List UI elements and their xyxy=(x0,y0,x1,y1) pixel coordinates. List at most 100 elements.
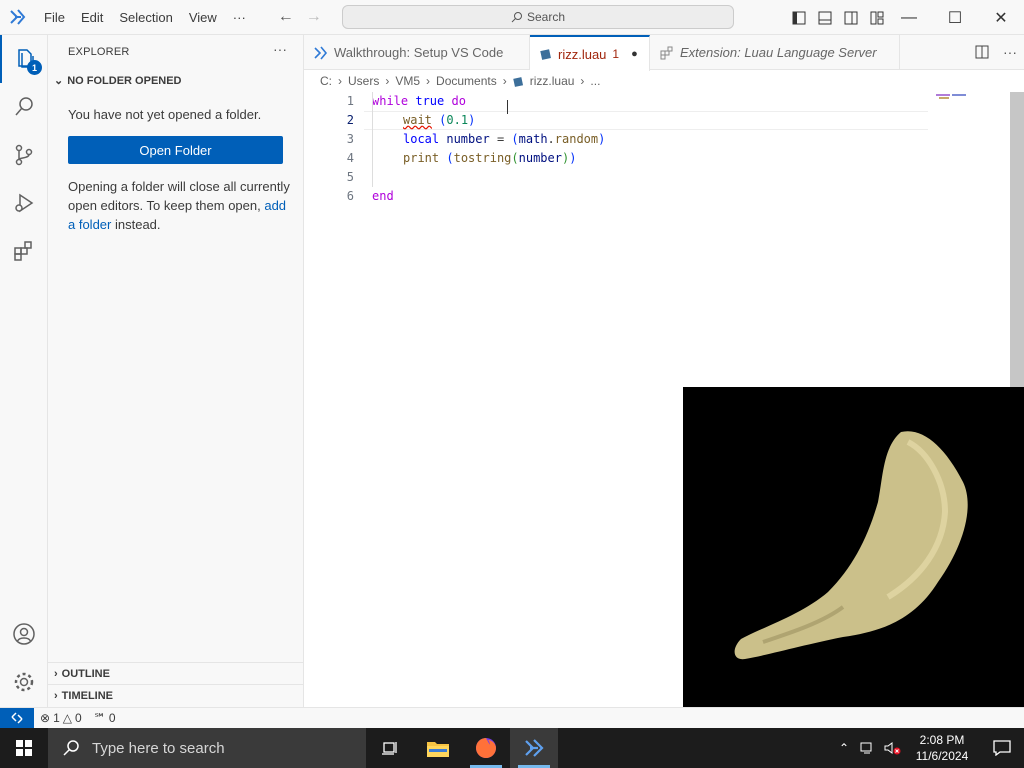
minimap[interactable] xyxy=(936,92,976,112)
vscode-taskbar[interactable] xyxy=(510,728,558,768)
file-explorer-taskbar[interactable] xyxy=(414,728,462,768)
explorer-more-button[interactable]: ··· xyxy=(273,41,287,57)
taskbar-clock[interactable]: 2:08 PM 11/6/2024 xyxy=(904,732,980,764)
explorer-title: EXPLORER xyxy=(68,46,130,58)
token-keyword: do xyxy=(451,94,466,108)
toggle-primary-sidebar-icon[interactable] xyxy=(786,0,812,35)
menu-view[interactable]: View xyxy=(181,0,225,35)
extension-icon xyxy=(660,46,673,59)
breadcrumb-item[interactable]: Documents xyxy=(436,74,497,88)
no-folder-section-header[interactable]: ⌄ NO FOLDER OPENED xyxy=(54,74,182,88)
status-bar: ⊗ 1 △ 0 ℠ 0 xyxy=(0,707,1024,729)
line-number: 3 xyxy=(346,132,354,146)
token-keyword: local xyxy=(403,132,440,146)
luau-file-icon xyxy=(540,49,551,60)
menu-edit[interactable]: Edit xyxy=(73,0,111,35)
token-paren: ) xyxy=(468,113,476,127)
explorer-badge: 1 xyxy=(27,60,42,75)
token-paren: ( xyxy=(511,151,519,165)
explorer-sidebar: EXPLORER ··· ⌄ NO FOLDER OPENED You have… xyxy=(48,35,304,707)
menu-selection[interactable]: Selection xyxy=(111,0,180,35)
open-folder-info: Opening a folder will close all currentl… xyxy=(68,177,290,234)
no-folder-message: You have not yet opened a folder. xyxy=(68,107,262,122)
firefox-taskbar[interactable] xyxy=(462,728,510,768)
extensions-activity[interactable] xyxy=(0,227,48,275)
ports-count: 0 xyxy=(108,711,116,725)
gear-icon xyxy=(14,672,34,692)
error-count: 1 xyxy=(53,711,60,725)
tab-problem-count: 1 xyxy=(612,47,620,61)
clock-date: 11/6/2024 xyxy=(915,749,969,763)
warning-count: 0 xyxy=(74,711,82,725)
editor-tabs: Walkthrough: Setup VS Code rizz.luau 1 ●… xyxy=(304,35,1024,71)
breadcrumb-item[interactable]: C: xyxy=(320,74,332,88)
search-icon xyxy=(15,97,33,116)
accounts-activity[interactable] xyxy=(0,610,48,658)
run-debug-activity[interactable] xyxy=(0,179,48,227)
outline-label: OUTLINE xyxy=(61,667,110,680)
tab-extension-luau[interactable]: Extension: Luau Language Server xyxy=(650,35,900,70)
more-actions-icon[interactable]: ··· xyxy=(996,35,1024,70)
token-variable: math xyxy=(518,132,548,146)
breadcrumb-item[interactable]: rizz.luau xyxy=(530,74,575,88)
open-folder-button[interactable]: Open Folder xyxy=(68,136,283,164)
token-paren: ( xyxy=(511,132,519,146)
code-line-2: wait (0.1) xyxy=(403,111,475,130)
minimize-icon[interactable]: — xyxy=(886,0,932,35)
overlay-image xyxy=(683,387,1024,728)
unsaved-dot-icon[interactable]: ● xyxy=(631,48,638,60)
token-keyword: while xyxy=(372,94,409,108)
vscode-logo-icon xyxy=(0,0,36,35)
account-icon xyxy=(13,623,35,645)
task-view-icon xyxy=(382,742,397,755)
task-view-button[interactable] xyxy=(366,728,414,768)
close-icon[interactable]: ✕ xyxy=(978,0,1024,35)
volume-muted-icon[interactable] xyxy=(880,728,904,768)
tab-walkthrough[interactable]: Walkthrough: Setup VS Code xyxy=(304,35,530,70)
problems-indicator[interactable]: ⊗ 1 △ 0 xyxy=(34,711,88,725)
code-line-6: end xyxy=(372,187,394,206)
manage-activity[interactable] xyxy=(0,658,48,706)
menu-more[interactable]: ··· xyxy=(225,0,254,35)
token-paren: ) xyxy=(598,132,606,146)
system-tray: ⌃ 2:08 PM 11/6/2024 xyxy=(832,728,1024,768)
breadcrumb: C: › Users › VM5 › Documents › rizz.luau › ..… xyxy=(304,70,1024,92)
notifications-button[interactable] xyxy=(980,728,1024,768)
indent-guide xyxy=(372,92,373,187)
extensions-icon xyxy=(14,241,32,261)
breadcrumb-item[interactable]: VM5 xyxy=(395,74,420,88)
source-control-activity[interactable] xyxy=(0,131,48,179)
command-center-search[interactable]: Search xyxy=(342,5,734,29)
back-arrow-icon[interactable]: ← xyxy=(272,3,300,31)
split-editor-icon[interactable] xyxy=(968,35,996,70)
start-button[interactable] xyxy=(0,728,48,768)
breadcrumb-item[interactable]: ... xyxy=(590,74,600,88)
explorer-activity[interactable]: 1 xyxy=(0,35,48,83)
chevron-right-icon: › xyxy=(502,74,507,88)
remote-indicator[interactable] xyxy=(0,707,34,729)
scrollbar-thumb[interactable] xyxy=(1010,92,1024,392)
tab-rizz-luau[interactable]: rizz.luau 1 ● xyxy=(530,35,650,71)
search-label: Search xyxy=(526,10,566,24)
no-folder-section-label: NO FOLDER OPENED xyxy=(67,74,182,87)
menu-file[interactable]: File xyxy=(36,0,73,35)
timeline-section-header[interactable]: › TIMELINE xyxy=(48,684,304,706)
search-activity[interactable] xyxy=(0,83,48,131)
taskbar-search[interactable]: Type here to search xyxy=(48,728,366,768)
token-variable: number xyxy=(518,151,562,165)
forward-arrow-icon[interactable]: → xyxy=(300,3,328,31)
chevron-right-icon: › xyxy=(426,74,431,88)
breadcrumb-item[interactable]: Users xyxy=(348,74,379,88)
outline-section-header[interactable]: › OUTLINE xyxy=(48,662,304,684)
network-icon[interactable] xyxy=(856,728,880,768)
toggle-panel-icon[interactable] xyxy=(812,0,838,35)
maximize-icon[interactable]: ☐ xyxy=(932,0,978,35)
toggle-secondary-sidebar-icon[interactable] xyxy=(838,0,864,35)
token-paren: ) xyxy=(569,151,577,165)
text-cursor-icon xyxy=(507,100,508,114)
show-hidden-icons-chevron-icon[interactable]: ⌃ xyxy=(832,728,856,768)
token-function: random xyxy=(554,132,599,146)
token-keyword: true xyxy=(415,94,445,108)
token-keyword: end xyxy=(372,189,394,203)
ports-indicator[interactable]: ℠ 0 xyxy=(88,711,122,725)
